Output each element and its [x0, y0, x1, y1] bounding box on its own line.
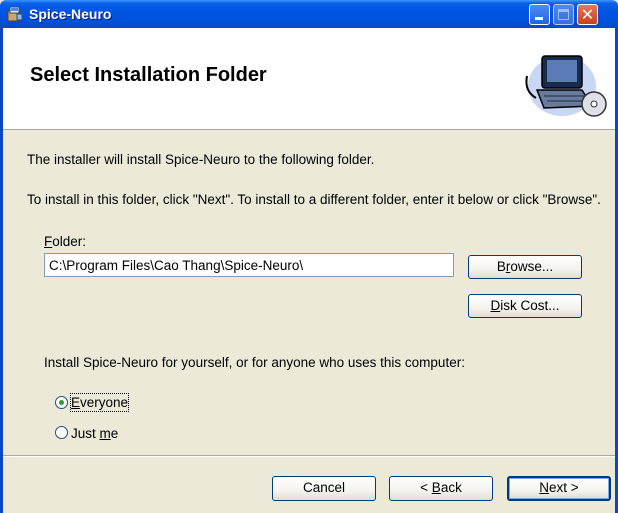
next-button[interactable]: Next >	[507, 476, 611, 501]
installer-package-icon	[7, 6, 23, 22]
radio-selected-dot	[59, 400, 64, 405]
maximize-button[interactable]	[553, 4, 574, 25]
footer-divider	[3, 455, 615, 457]
folder-path-input[interactable]	[44, 253, 454, 277]
radio-label-just-me: Just me	[71, 426, 119, 441]
title-bar[interactable]: Spice-Neuro ✕	[0, 0, 618, 28]
radio-button[interactable]	[55, 426, 68, 439]
browse-button[interactable]: Browse...	[468, 255, 582, 279]
intro-text: The installer will install Spice-Neuro t…	[27, 152, 375, 167]
page-title: Select Installation Folder	[30, 64, 267, 86]
back-button[interactable]: < Back	[389, 476, 493, 501]
maximize-icon	[558, 9, 569, 20]
radio-label-everyone: Everyone	[69, 393, 130, 412]
close-button[interactable]: ✕	[577, 4, 598, 25]
instructions-text: To install in this folder, click "Next".…	[27, 192, 601, 207]
close-icon: ✕	[580, 5, 595, 24]
minimize-button[interactable]	[529, 4, 550, 25]
install-for-text: Install Spice-Neuro for yourself, or for…	[44, 355, 465, 370]
folder-label: Folder:	[44, 234, 87, 249]
cancel-button[interactable]: Cancel	[272, 476, 376, 501]
minimize-icon	[535, 17, 543, 20]
window-title: Spice-Neuro	[29, 6, 112, 22]
header-banner: Select Installation Folder	[3, 28, 615, 130]
installer-window: Spice-Neuro ✕ Select Installation Folder…	[0, 0, 618, 513]
disk-cost-button[interactable]: Disk Cost...	[468, 294, 582, 318]
radio-button[interactable]	[55, 396, 68, 409]
computer-with-cd-icon	[525, 55, 607, 117]
